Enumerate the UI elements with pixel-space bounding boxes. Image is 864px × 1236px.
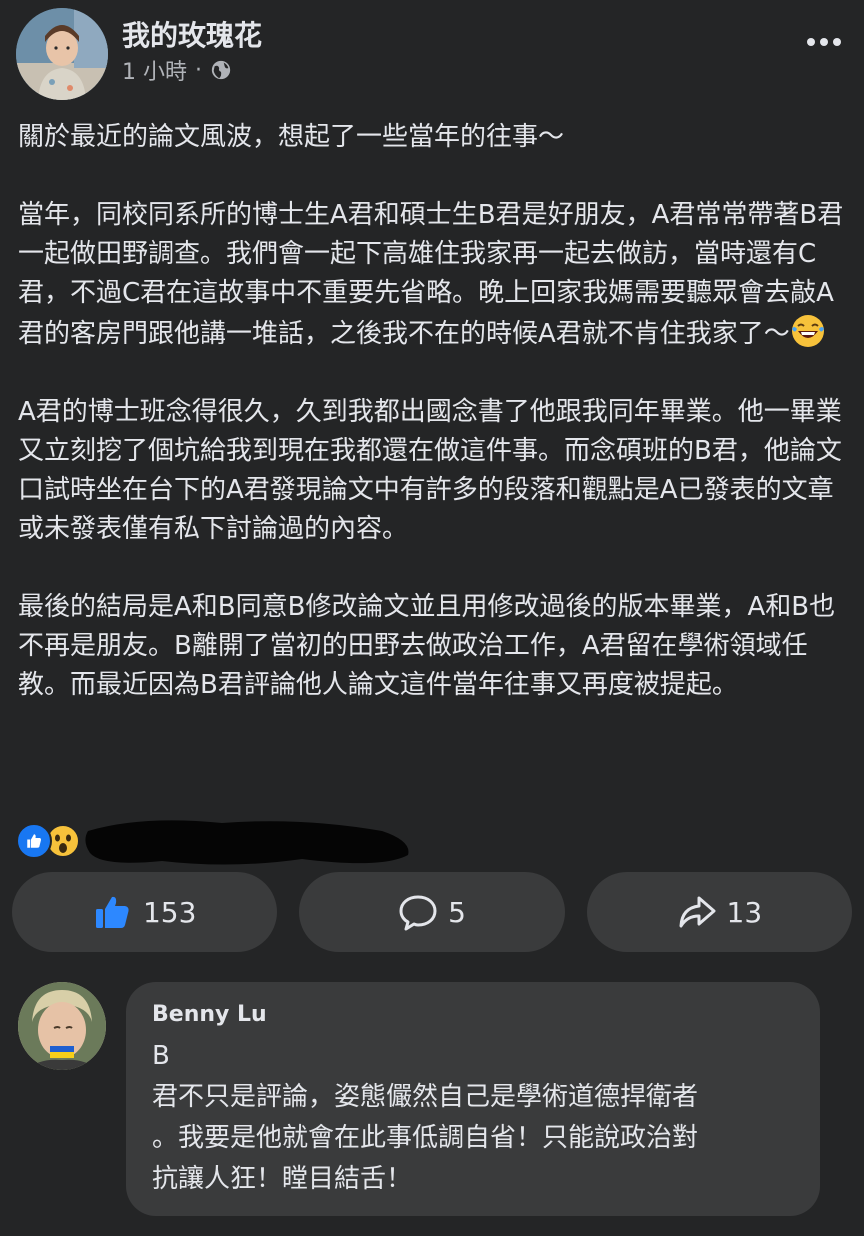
post-action-bar: 153 5 13: [12, 872, 852, 952]
comment-bubble[interactable]: Benny Lu B 君不只是評論，姿態儼然自己是學術道德捍衛者 。我要是他就會…: [126, 982, 820, 1216]
share-arrow-icon: [679, 896, 715, 928]
comment-bubble-icon: [399, 895, 437, 931]
comment-line: 君不只是評論，姿態儼然自己是學術道德捍衛者: [152, 1082, 699, 1112]
like-button[interactable]: 153: [12, 872, 278, 952]
thumbs-up-icon: [95, 896, 129, 928]
comment-line: 。我要是他就會在此事低調自省！只能說政治對: [152, 1123, 699, 1153]
laughing-tears-emoji: [791, 315, 824, 347]
commenter-portrait-image: [18, 982, 106, 1070]
post-paragraph: 當年，同校同系所的博士生A君和碩士生B君是好朋友，A君常常帶著B君一起做田野調查…: [18, 200, 844, 349]
comment-line: B: [152, 1041, 170, 1071]
share-button[interactable]: 13: [586, 872, 852, 952]
comment-line: 抗讓人狂！瞠目結舌！: [152, 1164, 413, 1194]
reaction-summary[interactable]: [16, 822, 80, 860]
share-count: 13: [726, 895, 763, 929]
meta-separator: ·: [195, 57, 202, 83]
comment-text: B 君不只是評論，姿態儼然自己是學術道德捍衛者 。我要是他就會在此事低調自省！只…: [152, 1036, 802, 1200]
post-paragraph: 最後的結局是A和B同意B修改論文並且用修改過後的版本畢業，A和B也不再是朋友。B…: [18, 592, 836, 700]
child-photo-image: [16, 8, 108, 100]
post-time[interactable]: 1 小時: [122, 54, 187, 86]
comment-count: 5: [448, 895, 466, 929]
post-author-name[interactable]: 我的玫瑰花: [122, 14, 262, 54]
post-paragraph: A君的博士班念得很久，久到我都出國念書了他跟我同年畢業。他一畢業又立刻挖了個坑給…: [18, 397, 842, 544]
author-avatar[interactable]: [16, 8, 108, 100]
more-dots-icon: [807, 38, 815, 46]
globe-icon: [211, 60, 231, 80]
like-reaction-icon: [16, 823, 52, 859]
like-count: 153: [142, 895, 197, 929]
post-body: 關於最近的論文風波，想起了一些當年的往事～ 當年，同校同系所的博士生A君和碩士生…: [18, 118, 848, 705]
more-options-button[interactable]: [804, 28, 844, 56]
redacted-reaction-names: [85, 820, 409, 865]
commenter-avatar[interactable]: [18, 982, 106, 1070]
post-paragraph: 關於最近的論文風波，想起了一些當年的往事～: [18, 122, 565, 152]
comment-button[interactable]: 5: [299, 872, 565, 952]
post-meta: 1 小時 ·: [122, 54, 232, 86]
comment-author-name[interactable]: Benny Lu: [152, 1002, 267, 1027]
